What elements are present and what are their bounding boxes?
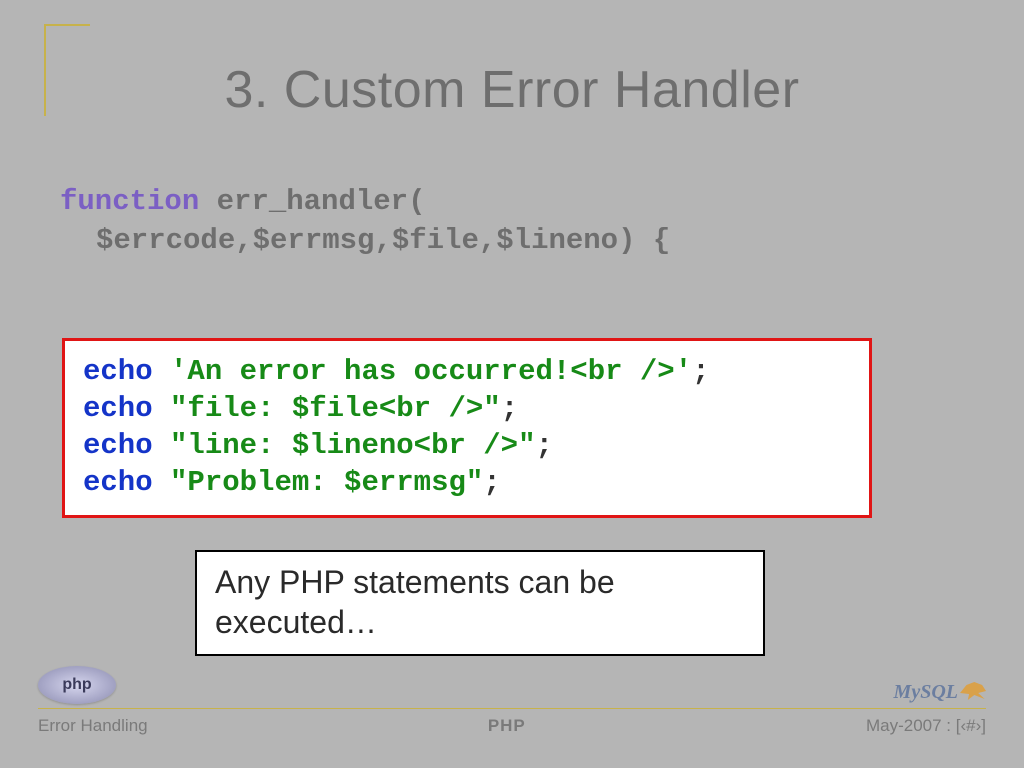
logo-row: php MySQL <box>38 668 986 708</box>
footer-left: Error Handling <box>38 716 148 736</box>
annotation-callout: Any PHP statements can be executed… <box>195 550 765 656</box>
echo-line: echo "line: $lineno<br />"; <box>83 427 851 464</box>
slide-title: 3. Custom Error Handler <box>0 60 1024 120</box>
fn-name: err_handler( <box>199 185 425 218</box>
php-logo: php <box>38 666 116 704</box>
echo-line: echo "file: $file<br />"; <box>83 390 851 427</box>
fn-params: $errcode,$errmsg,$file,$lineno) { <box>96 224 670 257</box>
code-line-params: $errcode,$errmsg,$file,$lineno) { <box>60 221 670 260</box>
mysql-logo-text: MySQL <box>894 681 958 703</box>
echo-line: echo 'An error has occurred!<br />'; <box>83 353 851 390</box>
code-line-fn: function err_handler( <box>60 182 670 221</box>
echo-line: echo "Problem: $errmsg"; <box>83 464 851 501</box>
highlighted-code-box: echo 'An error has occurred!<br />'; ech… <box>62 338 872 518</box>
footer-mid: PHP <box>488 716 526 736</box>
keyword-function: function <box>60 185 199 218</box>
mysql-logo: MySQL <box>894 681 986 704</box>
footer-right: May-2007 : [‹#›] <box>866 716 986 736</box>
dolphin-icon <box>960 681 986 701</box>
footer-divider <box>38 708 986 709</box>
slide-footer: Error Handling PHP May-2007 : [‹#›] <box>38 716 986 736</box>
